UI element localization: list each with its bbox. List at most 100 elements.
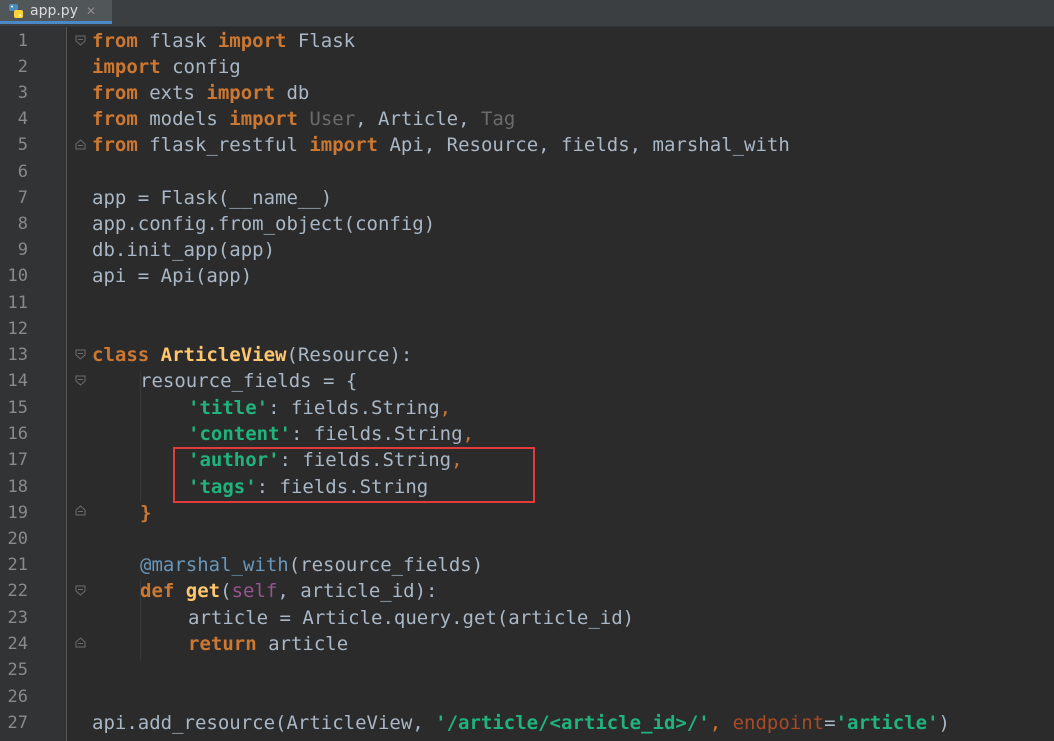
code-line-15[interactable]: 'title': fields.String,	[188, 395, 451, 421]
line-number: 2	[17, 57, 28, 77]
unused-import: Tag	[480, 108, 516, 130]
line-number: 23	[7, 608, 28, 628]
line-number: 19	[7, 503, 28, 523]
line-number: 3	[17, 83, 28, 103]
self-keyword: self	[231, 580, 278, 602]
code-line-14[interactable]: resource_fields = {	[140, 368, 357, 394]
comma: ,	[439, 397, 452, 419]
code-token: (	[220, 580, 232, 602]
keyword: import	[217, 30, 287, 52]
code-line-9[interactable]: db.init_app(app)	[92, 237, 275, 263]
line-number: 12	[7, 319, 28, 339]
keyword: def	[140, 580, 175, 602]
code-line-22[interactable]: def get(self, article_id):	[140, 578, 437, 604]
keyword: import	[229, 108, 298, 130]
keyword: from	[92, 108, 138, 130]
code-token: models	[137, 108, 230, 130]
class-name: ArticleView	[160, 344, 287, 366]
line-number: 8	[17, 214, 28, 234]
keyword: import	[309, 134, 378, 156]
code-line-23[interactable]: article = Article.query.get(article_id)	[188, 605, 634, 631]
code-line-2[interactable]: import config	[92, 54, 241, 80]
fold-marker-icon[interactable]	[75, 585, 86, 596]
line-number: 10	[7, 266, 28, 286]
fold-marker-icon[interactable]	[75, 637, 86, 648]
code-line-19[interactable]: }	[140, 500, 151, 526]
code-token: : fields.String	[290, 423, 463, 445]
string-literal: 'content'	[188, 423, 291, 445]
decorator: @marshal_with	[140, 554, 289, 576]
code-token: , Article,	[355, 108, 481, 130]
line-number: 24	[7, 634, 28, 654]
closing-brace: }	[140, 502, 152, 524]
code-token: (resource_fields)	[288, 554, 484, 576]
close-icon[interactable]: ✕	[86, 4, 96, 18]
tab-app-py[interactable]: app.py ✕	[0, 0, 112, 24]
code-token: flask_restful	[137, 134, 310, 156]
editor-tab-bar: app.py ✕	[0, 0, 1054, 27]
code-token: article	[256, 633, 349, 655]
line-number: 26	[7, 687, 28, 707]
code-line-16[interactable]: 'content': fields.String,	[188, 421, 474, 447]
code-line-10[interactable]: api = Api(app)	[92, 263, 252, 289]
line-number: 18	[7, 477, 28, 497]
keyword: import	[206, 82, 276, 104]
unused-import: User	[309, 108, 356, 130]
line-number: 7	[17, 188, 28, 208]
line-number: 5	[17, 135, 28, 155]
keyword: class	[92, 344, 150, 366]
code-token: , article_id):	[277, 580, 438, 602]
code-line-1[interactable]: from flask import Flask	[92, 28, 355, 54]
code-token: : fields.String	[268, 397, 440, 419]
line-number: 17	[7, 450, 28, 470]
code-token: (Resource):	[286, 344, 413, 366]
comma: ,	[709, 712, 733, 734]
code-line-5[interactable]: from flask_restful import Api, Resource,…	[92, 132, 790, 158]
highlight-box	[173, 447, 535, 503]
keyword: import	[92, 56, 161, 78]
string-literal: 'title'	[188, 397, 269, 419]
code-line-8[interactable]: app.config.from_object(config)	[92, 211, 435, 237]
fold-marker-icon[interactable]	[75, 139, 86, 150]
code-line-27[interactable]: api.add_resource(ArticleView, '/article/…	[92, 710, 950, 736]
code-line-4[interactable]: from models import User, Article, Tag	[92, 106, 515, 132]
line-number: 27	[7, 713, 28, 733]
tab-filename: app.py	[30, 2, 78, 19]
fold-marker-icon[interactable]	[75, 505, 86, 516]
keyword: return	[188, 633, 257, 655]
keyword: from	[92, 30, 138, 52]
string-literal: 'article'	[835, 712, 939, 734]
line-number: 16	[7, 424, 28, 444]
keyword: from	[92, 82, 138, 104]
code-token: flask	[137, 30, 218, 52]
line-number: 20	[7, 529, 28, 549]
code-token: Flask	[286, 30, 356, 52]
code-line-24[interactable]: return article	[188, 631, 348, 657]
code-line-21[interactable]: @marshal_with(resource_fields)	[140, 552, 483, 578]
code-token: Api, Resource, fields, marshal_with	[378, 134, 790, 156]
code-line-3[interactable]: from exts import db	[92, 80, 309, 106]
line-number: 22	[7, 581, 28, 601]
line-number: 15	[7, 398, 28, 418]
code-token: api.add_resource(ArticleView,	[92, 712, 436, 734]
code-line-7[interactable]: app = Flask(__name__)	[92, 185, 332, 211]
code-line-13[interactable]: class ArticleView(Resource):	[92, 342, 412, 368]
code-token: exts	[137, 82, 207, 104]
string-literal: '/article/<article_id>/'	[435, 712, 710, 734]
line-number: 13	[7, 345, 28, 365]
function-name: get	[185, 580, 221, 602]
code-token: config	[160, 56, 241, 78]
line-number: 1	[17, 31, 28, 51]
fold-marker-icon[interactable]	[75, 375, 86, 386]
line-number: 11	[7, 293, 28, 313]
code-token: )	[938, 712, 950, 734]
fold-marker-icon[interactable]	[75, 349, 86, 360]
keyword-argument: endpoint	[732, 712, 825, 734]
keyword: from	[92, 134, 138, 156]
line-number: 6	[17, 162, 28, 182]
line-number: 21	[7, 555, 28, 575]
fold-marker-icon[interactable]	[75, 35, 86, 46]
